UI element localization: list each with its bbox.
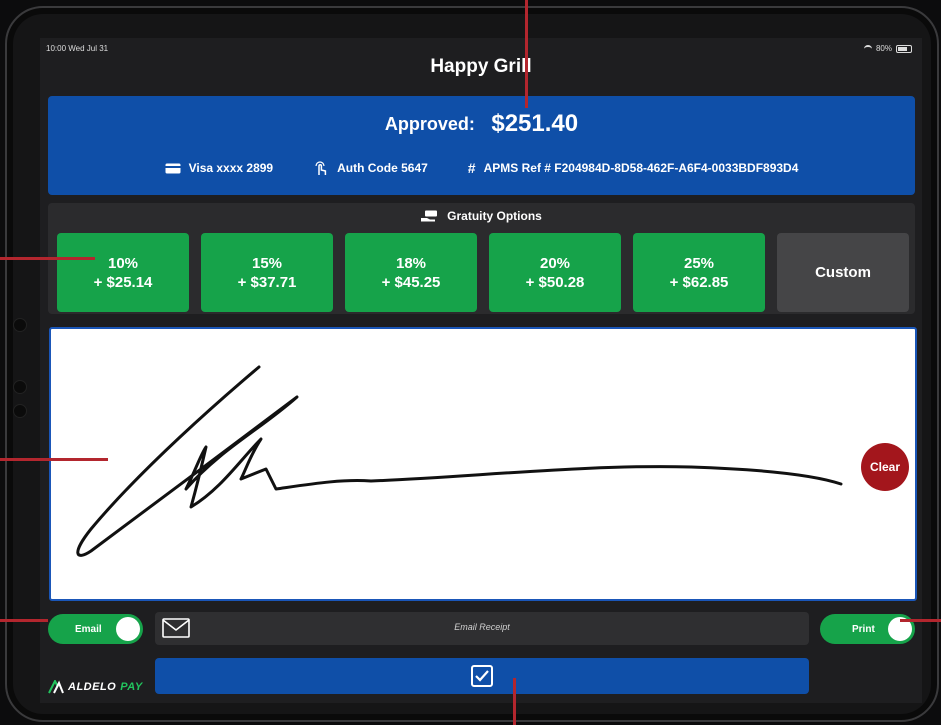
- auth-code: Auth Code 5647: [337, 161, 428, 175]
- logo-text: ALDELO: [68, 681, 117, 693]
- toggle-knob: [116, 617, 140, 641]
- callout-line-signature: [0, 458, 108, 461]
- gratuity-panel: Gratuity Options 10% + $25.14 15% + $37.…: [48, 203, 915, 314]
- callout-line-top: [525, 0, 528, 108]
- tip-amount: + $37.71: [237, 273, 297, 291]
- cash-hand-icon: [421, 210, 438, 222]
- email-toggle-label: Email: [75, 623, 102, 635]
- signature-pad[interactable]: Clear: [49, 327, 917, 601]
- bezel-dot: [13, 380, 27, 394]
- approval-panel: Approved: $251.40 Visa xxxx 2899 Auth Co…: [48, 96, 915, 195]
- aldelo-pay-logo: ALDELO PAY: [48, 680, 143, 694]
- callout-line-email: [0, 619, 48, 622]
- app-screen: 10:00 Wed Jul 31 80% Happy Grill Approve…: [40, 38, 922, 703]
- checkbox-check-icon: [471, 665, 493, 687]
- tip-amount: + $45.25: [381, 273, 441, 291]
- email-toggle[interactable]: Email: [48, 614, 143, 644]
- credit-card-icon: [165, 163, 181, 174]
- custom-tip-label: Custom: [815, 264, 871, 281]
- bezel-dot: [13, 318, 27, 332]
- custom-tip-button[interactable]: Custom: [777, 233, 909, 312]
- approved-amount: $251.40: [491, 110, 579, 137]
- approved-label: Approved:: [384, 113, 475, 134]
- tip-10-button[interactable]: 10% + $25.14: [57, 233, 189, 312]
- transaction-info: Visa xxxx 2899 Auth Code 5647 # APMS Ref…: [48, 160, 915, 176]
- gratuity-header: Gratuity Options: [447, 209, 542, 223]
- tip-18-button[interactable]: 18% + $45.25: [345, 233, 477, 312]
- callout-line-print: [900, 619, 941, 622]
- tip-20-button[interactable]: 20% + $50.28: [489, 233, 621, 312]
- tip-percent: 25%: [683, 254, 715, 272]
- page-title: Happy Grill: [430, 56, 532, 77]
- email-receipt-field[interactable]: Email Receipt: [155, 612, 809, 645]
- tip-15-button[interactable]: 15% + $37.71: [201, 233, 333, 312]
- tablet-device: 10:00 Wed Jul 31 80% Happy Grill Approve…: [5, 6, 939, 722]
- logo-text-pay: PAY: [120, 681, 143, 693]
- tip-25-button[interactable]: 25% + $62.85: [633, 233, 765, 312]
- aldelo-logo-icon: [48, 680, 64, 694]
- signature-stroke: [76, 365, 843, 557]
- tip-percent: 15%: [251, 254, 283, 272]
- bezel-dot: [13, 404, 27, 418]
- email-placeholder: Email Receipt: [454, 622, 510, 632]
- tip-amount: + $62.85: [669, 273, 729, 291]
- callout-line-submit: [513, 678, 516, 725]
- wifi-icon: [863, 44, 872, 53]
- submit-button[interactable]: [155, 658, 809, 694]
- status-time: 10:00 Wed Jul 31: [46, 44, 109, 53]
- reference-number: APMS Ref # F204984D-8D58-462F-A6F4-0033B…: [483, 161, 799, 175]
- clear-label: Clear: [869, 460, 901, 474]
- print-toggle-label: Print: [852, 623, 875, 635]
- gratuity-options: 10% + $25.14 15% + $37.71 18% + $45.25 2…: [57, 233, 909, 312]
- tip-percent: 20%: [539, 254, 571, 272]
- battery-percent: 80%: [875, 44, 892, 53]
- clear-signature-button[interactable]: Clear: [861, 443, 909, 491]
- card-info: Visa xxxx 2899: [188, 161, 274, 175]
- callout-line-tips: [0, 257, 95, 260]
- tip-percent: 18%: [395, 254, 427, 272]
- battery-icon: [896, 44, 912, 53]
- tip-amount: + $25.14: [93, 273, 153, 291]
- tip-amount: + $50.28: [525, 273, 585, 291]
- tip-percent: 10%: [107, 254, 139, 272]
- touch-icon: [315, 161, 327, 175]
- hash-icon: #: [467, 160, 476, 176]
